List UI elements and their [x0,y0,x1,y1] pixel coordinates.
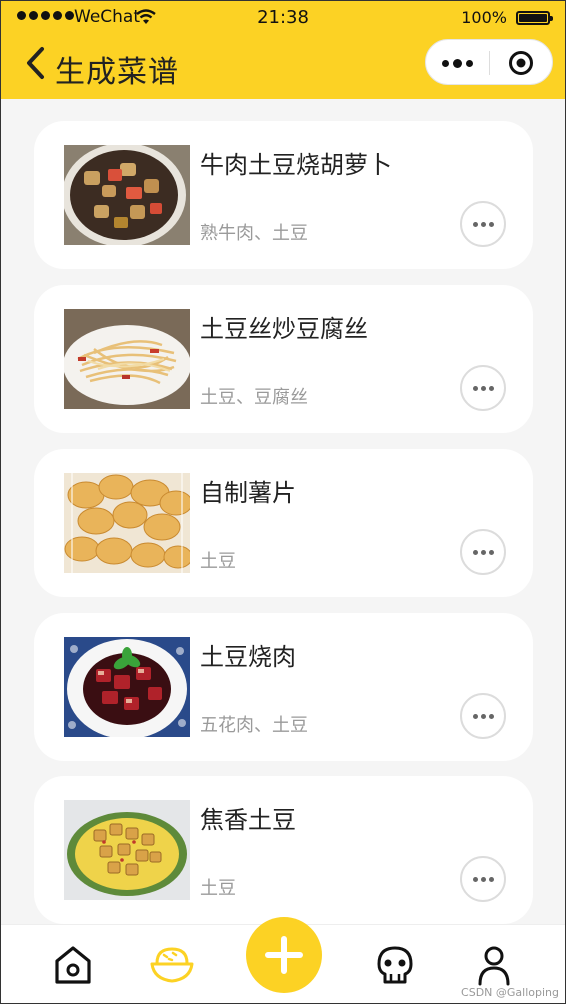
recipe-image [64,145,190,245]
more-options-icon[interactable] [442,59,473,68]
back-icon[interactable] [23,45,49,81]
user-icon [478,946,510,986]
status-bar: WeChat 21:38 100% [1,1,565,35]
recipe-card[interactable]: 土豆烧肉 五花肉、土豆 [34,613,533,761]
more-button[interactable] [460,693,506,739]
add-recipe-button[interactable] [246,917,322,993]
battery-percent: 100% [461,8,507,27]
recipe-image [64,309,190,409]
recipe-title: 土豆烧肉 [200,643,296,671]
plus-icon [265,936,303,974]
rice-bowl-icon [150,947,194,983]
home-icon [55,946,91,984]
recipe-card[interactable]: 焦香土豆 土豆 [34,776,533,924]
more-button[interactable] [460,529,506,575]
recipe-card[interactable]: 自制薯片 土豆 [34,449,533,597]
recipe-card[interactable]: 土豆丝炒豆腐丝 土豆、豆腐丝 [34,285,533,433]
tab-bar: CSDN @Galloping [1,917,565,1003]
tab-home[interactable] [43,935,103,995]
header: WeChat 21:38 100% 生成菜谱 [1,1,565,99]
mini-program-capsule [425,39,553,85]
recipe-title: 焦香土豆 [200,806,296,834]
recipe-image [64,800,190,900]
capsule-divider [489,51,490,75]
more-button[interactable] [460,201,506,247]
tab-recipes[interactable] [142,935,202,995]
recipe-image [64,473,190,573]
robot-icon [377,946,413,984]
recipe-title: 牛肉土豆烧胡萝卜 [200,151,392,179]
recipe-ingredients: 五花肉、土豆 [200,715,308,736]
battery-icon [516,11,553,25]
recipe-ingredients: 土豆 [200,878,236,899]
recipe-ingredients: 熟牛肉、土豆 [200,223,308,244]
recipe-title: 自制薯片 [200,479,296,507]
tab-robot[interactable] [365,935,425,995]
recipe-ingredients: 土豆 [200,551,236,572]
close-miniprogram-icon[interactable] [508,50,534,76]
recipe-ingredients: 土豆、豆腐丝 [200,387,308,408]
watermark: CSDN @Galloping [461,986,559,999]
recipe-image [64,637,190,737]
page-title: 生成菜谱 [55,55,179,90]
more-button[interactable] [460,856,506,902]
recipe-title: 土豆丝炒豆腐丝 [200,315,368,343]
recipe-card[interactable]: 牛肉土豆烧胡萝卜 熟牛肉、土豆 [34,121,533,269]
navigation-bar: 生成菜谱 [1,35,565,99]
more-button[interactable] [460,365,506,411]
